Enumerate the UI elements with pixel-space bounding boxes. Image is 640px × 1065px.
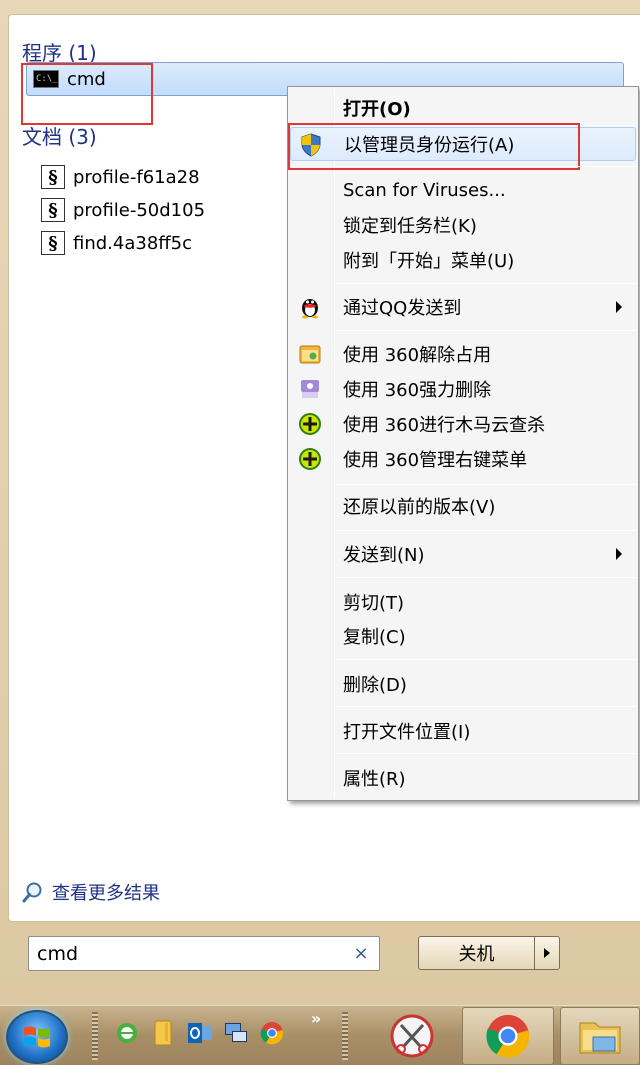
menu-separator <box>336 577 636 578</box>
menu-item-label: 剪切(T) <box>343 593 405 614</box>
search-field[interactable]: × <box>28 936 380 971</box>
menu-item-label: 使用 360进行木马云查杀 <box>343 415 546 436</box>
document-label: find.4a38ff5c <box>73 232 193 254</box>
document-label: profile-50d105 <box>73 199 206 221</box>
360-plus-icon <box>299 413 321 435</box>
shutdown-button[interactable]: 关机 <box>419 937 535 969</box>
360-unlock-icon <box>299 345 321 364</box>
see-more-label: 查看更多结果 <box>52 883 160 904</box>
context-menu: 打开(O) 以管理员身份运行(A) Scan for Viruses... 锁定… <box>287 86 639 801</box>
menu-item-label: 锁定到任务栏(K) <box>343 216 477 237</box>
taskbar-chrome[interactable] <box>462 1007 554 1065</box>
qq-penguin-icon <box>302 299 318 319</box>
document-item[interactable]: § find.4a38ff5c <box>41 227 192 259</box>
menu-item-cut[interactable]: 剪切(T) <box>290 585 636 619</box>
document-label: profile-f61a28 <box>73 166 200 188</box>
file-explorer-icon <box>579 1022 621 1054</box>
menu-item-label: 还原以前的版本(V) <box>343 497 496 518</box>
menu-item-properties[interactable]: 属性(R) <box>290 761 636 795</box>
menu-item-open-file-location[interactable]: 打开文件位置(I) <box>290 714 636 748</box>
menu-item-label: 复制(C) <box>343 627 406 648</box>
search-input[interactable] <box>37 942 351 965</box>
submenu-arrow-icon <box>616 301 622 313</box>
shutdown-options-button[interactable] <box>535 937 559 969</box>
menu-separator <box>336 166 636 167</box>
submenu-arrow-icon <box>616 548 622 560</box>
taskbar-file-explorer[interactable] <box>560 1007 640 1065</box>
menu-item-delete[interactable]: 删除(D) <box>290 667 636 701</box>
menu-item-label: 属性(R) <box>343 769 406 790</box>
menu-item-label: 使用 360解除占用 <box>343 345 492 366</box>
taskbar-snipping-tool[interactable] <box>386 1010 438 1062</box>
document-item[interactable]: § profile-f61a28 <box>41 161 200 193</box>
taskbar-chrome-small[interactable] <box>258 1019 286 1047</box>
menu-item-label: 通过QQ发送到 <box>343 298 462 319</box>
annotation-box-run-as-admin <box>288 123 580 170</box>
menu-item-send-to[interactable]: 发送到(N) <box>290 537 636 571</box>
clear-search-icon[interactable]: × <box>351 943 371 964</box>
menu-separator <box>336 283 636 284</box>
menu-item-label: 使用 360管理右键菜单 <box>343 450 528 471</box>
start-button[interactable] <box>6 1010 68 1064</box>
menu-item-label: 发送到(N) <box>343 545 425 566</box>
menu-separator <box>336 484 636 485</box>
toolbar-grip[interactable] <box>92 1012 98 1060</box>
taskbar: » <box>0 1005 640 1065</box>
see-more-results-link[interactable]: 查看更多结果 <box>22 878 160 906</box>
menu-item-label: 打开文件位置(I) <box>343 722 471 743</box>
remote-desktop-icon <box>225 1023 247 1042</box>
more-chevron-icon[interactable]: » <box>304 1008 328 1028</box>
menu-item-360-unlock[interactable]: 使用 360解除占用 <box>290 337 636 371</box>
menu-item-send-via-qq[interactable]: 通过QQ发送到 <box>290 290 636 324</box>
menu-item-copy[interactable]: 复制(C) <box>290 619 636 653</box>
outlook-icon <box>188 1023 212 1043</box>
documents-section-title: 文档 (3) <box>22 125 97 149</box>
chevron-right-icon <box>544 948 550 958</box>
toolbar-grip[interactable] <box>342 1012 348 1060</box>
menu-item-360-manage-menu[interactable]: 使用 360管理右键菜单 <box>290 442 636 476</box>
360-plus-icon <box>299 448 321 470</box>
taskbar-folder[interactable] <box>150 1018 176 1048</box>
taskbar-remote-desktop[interactable] <box>222 1019 250 1047</box>
script-file-icon: § <box>41 165 65 189</box>
search-icon <box>22 882 42 903</box>
menu-item-label: 使用 360强力删除 <box>343 380 492 401</box>
menu-item-label: Scan for Viruses... <box>343 179 506 201</box>
menu-item-pin-start[interactable]: 附到「开始」菜单(U) <box>290 243 636 277</box>
360-shred-icon <box>301 380 319 398</box>
menu-separator <box>336 659 636 660</box>
menu-item-label: 删除(D) <box>343 675 407 696</box>
document-item[interactable]: § profile-50d105 <box>41 194 205 226</box>
shutdown-split-button: 关机 <box>418 936 560 970</box>
menu-item-label: 打开(O) <box>343 99 411 120</box>
menu-item-360-trojan-scan[interactable]: 使用 360进行木马云查杀 <box>290 407 636 441</box>
snipping-tool-icon <box>390 1014 434 1058</box>
menu-separator <box>336 330 636 331</box>
script-file-icon: § <box>41 231 65 255</box>
chrome-icon <box>486 1014 530 1058</box>
folder-icon <box>154 1020 172 1046</box>
menu-item-360-shred[interactable]: 使用 360强力删除 <box>290 372 636 406</box>
annotation-box-cmd <box>21 63 153 125</box>
menu-separator <box>336 530 636 531</box>
menu-separator <box>336 706 636 707</box>
menu-item-label: 附到「开始」菜单(U) <box>343 251 515 272</box>
ie-icon <box>117 1023 137 1043</box>
menu-item-open[interactable]: 打开(O) <box>290 91 636 125</box>
chrome-icon <box>260 1022 284 1045</box>
script-file-icon: § <box>41 198 65 222</box>
menu-item-scan-viruses[interactable]: Scan for Viruses... <box>290 173 636 207</box>
menu-item-pin-taskbar[interactable]: 锁定到任务栏(K) <box>290 208 636 242</box>
menu-separator <box>336 753 636 754</box>
taskbar-ie[interactable] <box>114 1020 140 1046</box>
windows-logo-icon <box>24 1026 50 1048</box>
taskbar-outlook[interactable] <box>186 1019 214 1047</box>
menu-item-restore-versions[interactable]: 还原以前的版本(V) <box>290 489 636 523</box>
